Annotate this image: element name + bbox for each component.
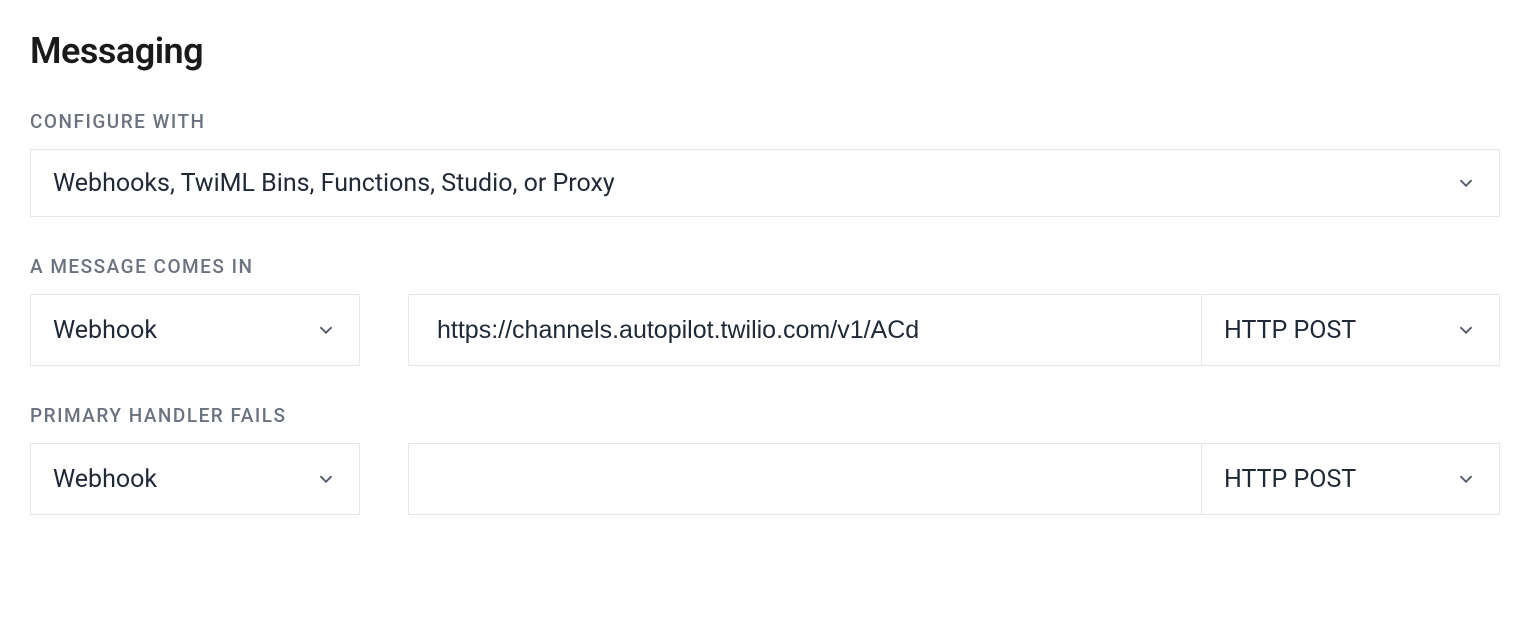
message-method-value: HTTP POST bbox=[1224, 316, 1356, 345]
chevron-down-icon bbox=[1455, 172, 1477, 194]
fallback-handler-type-select[interactable]: Webhook bbox=[30, 443, 360, 515]
message-handler-type-select[interactable]: Webhook bbox=[30, 294, 360, 366]
message-comes-in-group: A MESSAGE COMES IN Webhook HTTP POST bbox=[30, 255, 1500, 366]
fallback-url-input[interactable] bbox=[409, 444, 1201, 514]
fallback-url-group: HTTP POST bbox=[408, 443, 1500, 515]
fallback-method-value: HTTP POST bbox=[1224, 465, 1356, 494]
chevron-down-icon bbox=[1455, 319, 1477, 341]
chevron-down-icon bbox=[315, 319, 337, 341]
message-comes-in-label: A MESSAGE COMES IN bbox=[30, 255, 1500, 278]
configure-with-select[interactable]: Webhooks, TwiML Bins, Functions, Studio,… bbox=[30, 149, 1500, 217]
primary-handler-fails-label: PRIMARY HANDLER FAILS bbox=[30, 404, 1500, 427]
primary-handler-fails-group: PRIMARY HANDLER FAILS Webhook HTTP POST bbox=[30, 404, 1500, 515]
message-method-select[interactable]: HTTP POST bbox=[1201, 295, 1499, 365]
configure-with-group: CONFIGURE WITH Webhooks, TwiML Bins, Fun… bbox=[30, 110, 1500, 217]
configure-with-value: Webhooks, TwiML Bins, Functions, Studio,… bbox=[53, 169, 615, 198]
message-url-input[interactable] bbox=[409, 295, 1201, 365]
chevron-down-icon bbox=[1455, 468, 1477, 490]
configure-with-label: CONFIGURE WITH bbox=[30, 110, 1500, 133]
message-url-group: HTTP POST bbox=[408, 294, 1500, 366]
section-title: Messaging bbox=[30, 30, 1500, 72]
message-handler-type-value: Webhook bbox=[53, 316, 157, 345]
chevron-down-icon bbox=[315, 468, 337, 490]
fallback-method-select[interactable]: HTTP POST bbox=[1201, 444, 1499, 514]
fallback-handler-type-value: Webhook bbox=[53, 465, 157, 494]
